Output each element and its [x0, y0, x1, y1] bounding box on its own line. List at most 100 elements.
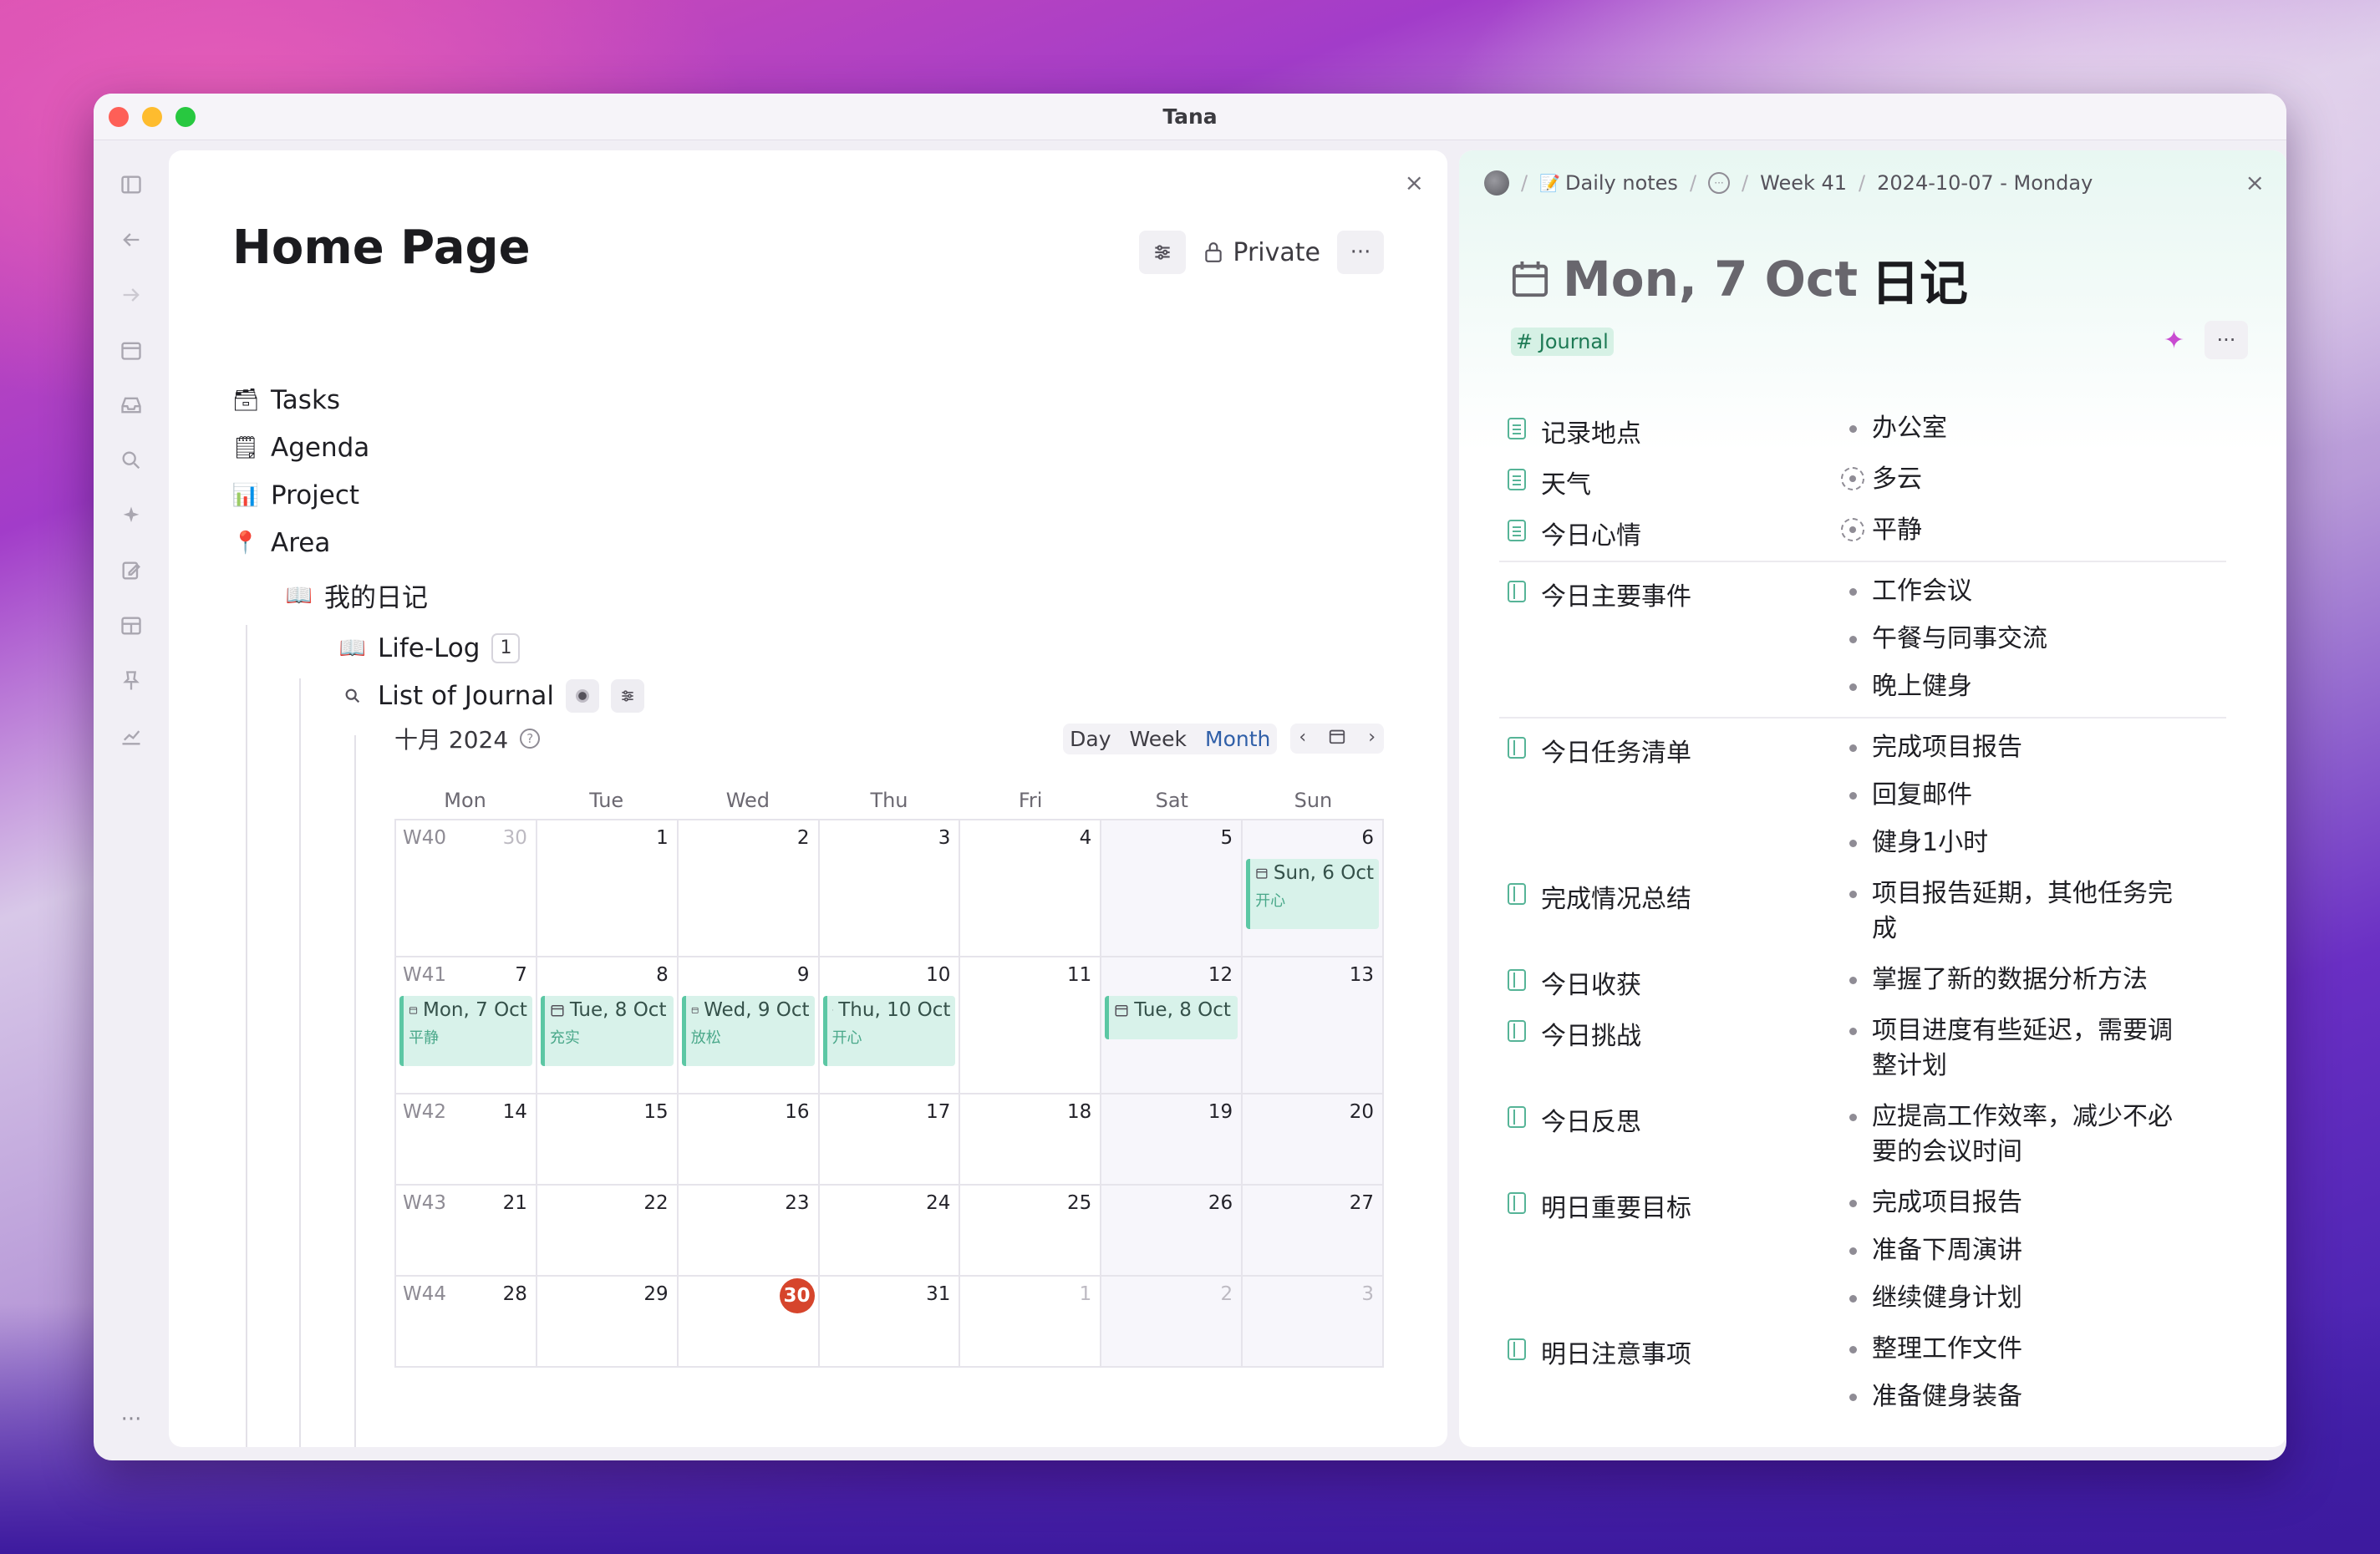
calendar-event[interactable]: Tue, 8 Oct 充实	[540, 996, 674, 1066]
sidebar-more-icon[interactable]: ···	[94, 1407, 169, 1432]
calendar-day-cell[interactable]: 4	[960, 820, 1102, 957]
help-icon[interactable]: ?	[520, 729, 541, 749]
calendar-day-cell[interactable]: 22	[537, 1186, 679, 1277]
field-name[interactable]: 今日心情	[1499, 510, 1833, 561]
field-value[interactable]: 办公室	[1833, 411, 2226, 446]
calendar-day-cell[interactable]: 8 Tue, 8 Oct 充实	[537, 957, 679, 1094]
node-project[interactable]: 📊 Project	[232, 471, 644, 519]
calendar-day-cell[interactable]: 9 Wed, 9 Oct 放松	[678, 957, 820, 1094]
field-value[interactable]: 应提高工作效率，减少不必要的会议时间	[1833, 1099, 2226, 1170]
week-number[interactable]: W44	[403, 1283, 446, 1305]
search-icon[interactable]	[119, 448, 144, 473]
calendar-day-cell[interactable]: 27	[1243, 1186, 1384, 1277]
calendar-day-cell[interactable]: 6 Sun, 6 Oct 开心	[1243, 820, 1384, 957]
calendar-day-cell[interactable]: 1	[537, 820, 679, 957]
calendar-event[interactable]: Thu, 10 Oct 开心	[822, 996, 956, 1066]
calendar-day-cell[interactable]: 10 Thu, 10 Oct 开心	[819, 957, 961, 1094]
private-button[interactable]: Private	[1196, 231, 1327, 274]
field-value[interactable]: 健身1小时	[1833, 825, 2226, 861]
week-number[interactable]: W41	[403, 964, 446, 986]
field-value[interactable]: 项目进度有些延迟，需要调整计划	[1833, 1013, 2226, 1084]
field-name[interactable]: 明日重要目标	[1499, 1182, 1833, 1328]
close-window-button[interactable]	[109, 107, 129, 127]
journal-tag[interactable]: # Journal	[1511, 328, 1614, 356]
calendar-day-cell[interactable]: 11	[960, 957, 1102, 1094]
next-month-icon[interactable]: ›	[1368, 727, 1376, 750]
field-name[interactable]: 记录地点	[1499, 408, 1833, 459]
calendar-day-cell[interactable]: 31	[819, 1277, 961, 1368]
calendar-day-cell[interactable]: 13	[1243, 957, 1384, 1094]
field-value[interactable]: 回复邮件	[1833, 778, 2226, 813]
layout-icon[interactable]	[119, 613, 144, 638]
week-number[interactable]: W40	[403, 827, 446, 849]
node-my-diary[interactable]: 📖 我的日记	[286, 571, 644, 619]
week-number[interactable]: W42	[403, 1101, 446, 1123]
calendar-day-cell[interactable]: 5	[1101, 820, 1243, 957]
field-name[interactable]: 天气	[1499, 459, 1833, 510]
field-value[interactable]: 平静	[1833, 513, 2226, 548]
view-month-tab[interactable]: Month	[1205, 727, 1270, 751]
calendar-day-cell[interactable]: 24	[819, 1186, 961, 1277]
sliders-icon[interactable]	[611, 678, 644, 713]
field-value[interactable]: 整理工作文件	[1833, 1332, 2226, 1367]
view-toggle-icon[interactable]	[566, 678, 599, 713]
breadcrumb-week[interactable]: Week 41	[1760, 171, 1847, 195]
calendar-event[interactable]: Mon, 7 Oct 平静	[399, 996, 532, 1066]
calendar-day-cell[interactable]: W43 21	[396, 1186, 537, 1277]
node-agenda[interactable]: 🗒 Agenda	[232, 424, 644, 471]
breadcrumb-daily-notes[interactable]: 📝 Daily notes	[1539, 171, 1678, 195]
calendar-day-cell[interactable]: 30	[678, 1277, 820, 1368]
calendar-day-cell[interactable]: 1	[960, 1277, 1102, 1368]
node-lifelog[interactable]: 📖 Life-Log 1	[339, 624, 644, 672]
inbox-icon[interactable]	[119, 393, 144, 418]
calendar-day-cell[interactable]: 26	[1101, 1186, 1243, 1277]
field-value[interactable]: 项目报告延期，其他任务完成	[1833, 876, 2226, 947]
calendar-day-cell[interactable]: 2	[1101, 1277, 1243, 1368]
calendar-day-cell[interactable]: 15	[537, 1094, 679, 1186]
ai-sparkle-icon[interactable]: ✦	[2164, 326, 2184, 355]
filter-settings-button[interactable]	[1139, 231, 1187, 274]
chart-icon[interactable]	[119, 724, 144, 749]
calendar-day-cell[interactable]: 18	[960, 1094, 1102, 1186]
field-value[interactable]: 准备下周演讲	[1833, 1233, 2226, 1268]
minimize-window-button[interactable]	[142, 107, 162, 127]
forward-arrow-icon[interactable]	[119, 282, 144, 307]
calendar-day-cell[interactable]: 3	[1243, 1277, 1384, 1368]
week-number[interactable]: W43	[403, 1192, 446, 1214]
field-name[interactable]: 完成情况总结	[1499, 873, 1833, 959]
calendar-day-cell[interactable]: 25	[960, 1186, 1102, 1277]
field-value[interactable]: 完成项目报告	[1833, 730, 2226, 765]
calendar-day-cell[interactable]: 12 Tue, 8 Oct	[1101, 957, 1243, 1094]
field-value[interactable]: 掌握了新的数据分析方法	[1833, 962, 2226, 998]
field-name[interactable]: 今日任务清单	[1499, 727, 1833, 873]
calendar-day-cell[interactable]: 20	[1243, 1094, 1384, 1186]
field-name[interactable]: 今日主要事件	[1499, 571, 1833, 717]
field-value[interactable]: 继续健身计划	[1833, 1281, 2226, 1316]
calendar-day-cell[interactable]: 16	[678, 1094, 820, 1186]
node-area[interactable]: 📍 Area	[232, 519, 644, 566]
close-panel-icon[interactable]: ×	[1405, 169, 1424, 196]
view-week-tab[interactable]: Week	[1130, 727, 1187, 751]
field-value[interactable]: 多云	[1833, 462, 2226, 497]
field-value[interactable]: 午餐与同事交流	[1833, 622, 2226, 657]
sparkle-icon[interactable]	[119, 503, 144, 528]
node-tasks[interactable]: 🗃 Tasks	[232, 376, 644, 424]
calendar-day-cell[interactable]: 23	[678, 1186, 820, 1277]
calendar-day-cell[interactable]: W42 14	[396, 1094, 537, 1186]
calendar-event[interactable]: Wed, 9 Oct 放松	[681, 996, 815, 1066]
field-name[interactable]: 明日注意事项	[1499, 1328, 1833, 1427]
field-value[interactable]: 完成项目报告	[1833, 1186, 2226, 1221]
field-value[interactable]: 工作会议	[1833, 574, 2226, 609]
node-list-of-journal[interactable]: List of Journal	[339, 672, 644, 719]
calendar-day-cell[interactable]: 17	[819, 1094, 961, 1186]
calendar-day-cell[interactable]: W44 28	[396, 1277, 537, 1368]
field-value[interactable]: 晚上健身	[1833, 669, 2226, 704]
prev-month-icon[interactable]: ‹	[1299, 727, 1306, 750]
breadcrumb-date[interactable]: 2024-10-07 - Monday	[1877, 171, 2093, 195]
edit-icon[interactable]	[119, 558, 144, 583]
field-value[interactable]: 准备健身装备	[1833, 1379, 2226, 1414]
calendar-day-cell[interactable]: 29	[537, 1277, 679, 1368]
calendar-day-cell[interactable]: 3	[819, 820, 961, 957]
sidebar-toggle-icon[interactable]	[119, 172, 144, 197]
calendar-day-cell[interactable]: W41 7 Mon, 7 Oct 平静	[396, 957, 537, 1094]
